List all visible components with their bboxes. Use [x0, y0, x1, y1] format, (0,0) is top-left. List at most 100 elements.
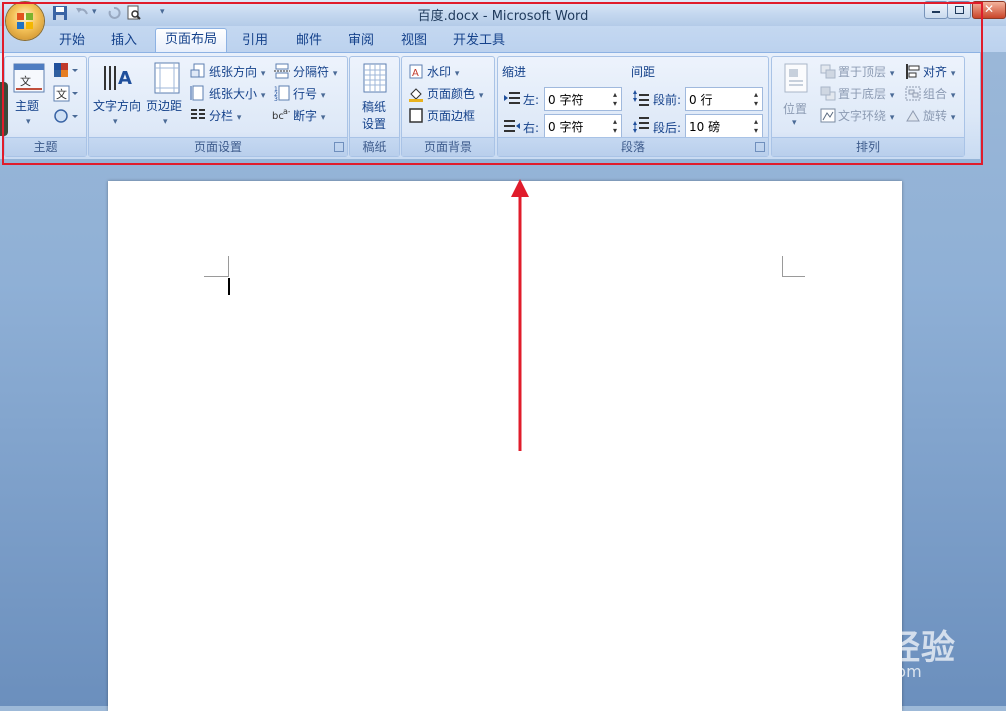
- ribbon-tabs: 开始 插入 页面布局 引用 邮件 审阅 视图 开发工具: [0, 26, 1006, 53]
- spacing-before-value: 0 行: [689, 93, 713, 107]
- indent-right-value: 0 字符: [548, 120, 584, 134]
- group-objects-icon: [905, 86, 921, 101]
- manuscript-button-line2[interactable]: 设置: [362, 115, 386, 132]
- line-numbers-label: 行号: [293, 87, 318, 101]
- page-color-button[interactable]: 页面颜色 ▾: [427, 85, 483, 102]
- close-icon: ✕: [983, 2, 995, 16]
- tab-home[interactable]: 开始: [50, 30, 94, 52]
- breaks-icon: [274, 63, 290, 79]
- tab-references[interactable]: 引用: [233, 30, 277, 52]
- theme-colors-icon[interactable]: [53, 62, 79, 80]
- indent-right-input[interactable]: 0 字符 ▴ ▾: [544, 114, 622, 138]
- watermark-button[interactable]: 水印 ▾: [427, 63, 459, 80]
- line-numbers-button[interactable]: 行号 ▾: [293, 85, 325, 102]
- position-button[interactable]: 位置: [783, 100, 807, 117]
- text-direction-dropdown-icon[interactable]: ▾: [113, 117, 118, 127]
- size-button[interactable]: 纸张大小 ▾: [209, 85, 265, 102]
- paragraph-launcher-icon[interactable]: [755, 142, 765, 152]
- annotation-arrow-icon: [511, 179, 529, 451]
- group-page-setup: A 文字方向 ▾ 页边距 ▾ 纸张方向 ▾ 纸张大小 ▾ 分栏 ▾ 分隔符 ▾ …: [88, 56, 348, 157]
- bring-front-button[interactable]: 置于顶层 ▾: [838, 63, 894, 80]
- text-direction-icon: A: [104, 66, 132, 90]
- group-label-page-background: 页面背景: [402, 137, 494, 156]
- send-back-icon: [820, 86, 836, 101]
- group-paragraph: 缩进 间距 左: 0 字符 ▴ ▾ 右: 0 字符 ▴ ▾ 段前: 0 行 ▴ ▾ 段…: [497, 56, 769, 157]
- align-icon: [906, 64, 920, 79]
- indent-right-spinner-icon[interactable]: ▴ ▾: [613, 117, 617, 135]
- theme-effects-icon[interactable]: [53, 108, 79, 126]
- hyphenation-button[interactable]: 断字 ▾: [293, 107, 325, 124]
- rotate-icon: [906, 110, 920, 122]
- svg-text:A: A: [412, 68, 419, 79]
- spacing-before-label: 段前:: [653, 93, 682, 107]
- columns-button[interactable]: 分栏 ▾: [209, 107, 241, 124]
- tab-page-layout[interactable]: 页面布局: [155, 28, 227, 53]
- manuscript-button-line1[interactable]: 稿纸: [362, 98, 386, 115]
- align-label: 对齐: [923, 65, 948, 79]
- tab-developer[interactable]: 开发工具: [446, 30, 512, 52]
- text-direction-button[interactable]: 文字方向: [93, 97, 141, 114]
- group-objects-button[interactable]: 组合 ▾: [923, 85, 955, 102]
- theme-fonts-icon[interactable]: 文: [53, 85, 79, 103]
- orientation-button[interactable]: 纸张方向 ▾: [209, 63, 265, 80]
- title-bar: ▾ ▾ 百度.docx - Microsoft Word ✕: [0, 0, 1006, 40]
- margins-button[interactable]: 页边距: [146, 97, 182, 114]
- rotate-button[interactable]: 旋转 ▾: [923, 107, 955, 124]
- page-borders-button[interactable]: 页面边框: [427, 107, 475, 124]
- orientation-icon: [190, 63, 205, 78]
- orientation-dropdown-icon: ▾: [260, 69, 266, 79]
- watermark-icon: A: [409, 64, 423, 79]
- align-dropdown-icon: ▾: [950, 69, 956, 79]
- spacing-before-icon: [633, 90, 649, 106]
- tab-mailings[interactable]: 邮件: [287, 30, 331, 52]
- position-dropdown-icon[interactable]: ▾: [792, 118, 797, 128]
- orientation-label: 纸张方向: [209, 65, 258, 79]
- spacing-before-spinner-icon[interactable]: ▴ ▾: [754, 90, 758, 108]
- spacing-after-label: 段后:: [653, 121, 682, 135]
- tab-insert[interactable]: 插入: [102, 30, 146, 52]
- text-wrap-button[interactable]: 文字环绕 ▾: [838, 107, 894, 124]
- group-label-themes: 主题: [5, 137, 86, 156]
- indent-left-input[interactable]: 0 字符 ▴ ▾: [544, 87, 622, 111]
- page-color-icon: [409, 88, 423, 102]
- margins-icon: [154, 62, 180, 94]
- tab-view[interactable]: 视图: [392, 30, 436, 52]
- close-button[interactable]: ✕: [972, 1, 1006, 19]
- hyphenation-dropdown-icon: ▾: [320, 113, 326, 123]
- group-label-manuscript: 稿纸: [350, 137, 399, 156]
- svg-text:A: A: [118, 68, 132, 89]
- align-button[interactable]: 对齐 ▾: [923, 63, 955, 80]
- group-objects-dropdown-icon: ▾: [950, 91, 956, 101]
- page-setup-launcher-icon[interactable]: [334, 142, 344, 152]
- indent-title: 缩进: [502, 65, 527, 79]
- page-borders-icon: [409, 108, 423, 123]
- bring-front-icon: [820, 64, 836, 79]
- themes-dropdown-icon[interactable]: ▾: [26, 117, 31, 127]
- columns-label: 分栏: [209, 109, 234, 123]
- spacing-before-input[interactable]: 0 行 ▴ ▾: [685, 87, 763, 111]
- indent-left-spinner-icon[interactable]: ▴ ▾: [613, 90, 617, 108]
- breaks-button[interactable]: 分隔符 ▾: [293, 63, 337, 80]
- restore-button[interactable]: [947, 1, 971, 19]
- margins-dropdown-icon[interactable]: ▾: [163, 117, 168, 127]
- minimize-button[interactable]: [924, 1, 948, 19]
- themes-button[interactable]: 主题: [15, 97, 39, 114]
- line-numbers-dropdown-icon: ▾: [320, 91, 326, 101]
- indent-right-icon: [504, 120, 520, 132]
- spacing-after-input[interactable]: 10 磅 ▴ ▾: [685, 114, 763, 138]
- send-back-dropdown-icon: ▾: [889, 91, 895, 101]
- breaks-dropdown-icon: ▾: [332, 69, 338, 79]
- indent-left-label: 左:: [523, 93, 540, 107]
- watermark-dropdown-icon: ▾: [454, 69, 460, 79]
- crop-mark-top-left: [204, 256, 229, 277]
- send-back-button[interactable]: 置于底层 ▾: [838, 85, 894, 102]
- group-arrange: 位置 ▾ 置于顶层 ▾ 置于底层 ▾ 文字环绕 ▾ 对齐 ▾ 组合 ▾ 旋转 ▾…: [771, 56, 965, 157]
- side-handle: [0, 82, 8, 136]
- svg-text:3: 3: [274, 96, 278, 101]
- page-color-label: 页面颜色: [427, 87, 476, 101]
- watermark-label: 水印: [427, 65, 452, 79]
- office-button[interactable]: [6, 2, 44, 40]
- tab-review[interactable]: 审阅: [339, 30, 383, 52]
- spacing-after-spinner-icon[interactable]: ▴ ▾: [754, 117, 758, 135]
- manuscript-icon: [363, 63, 387, 93]
